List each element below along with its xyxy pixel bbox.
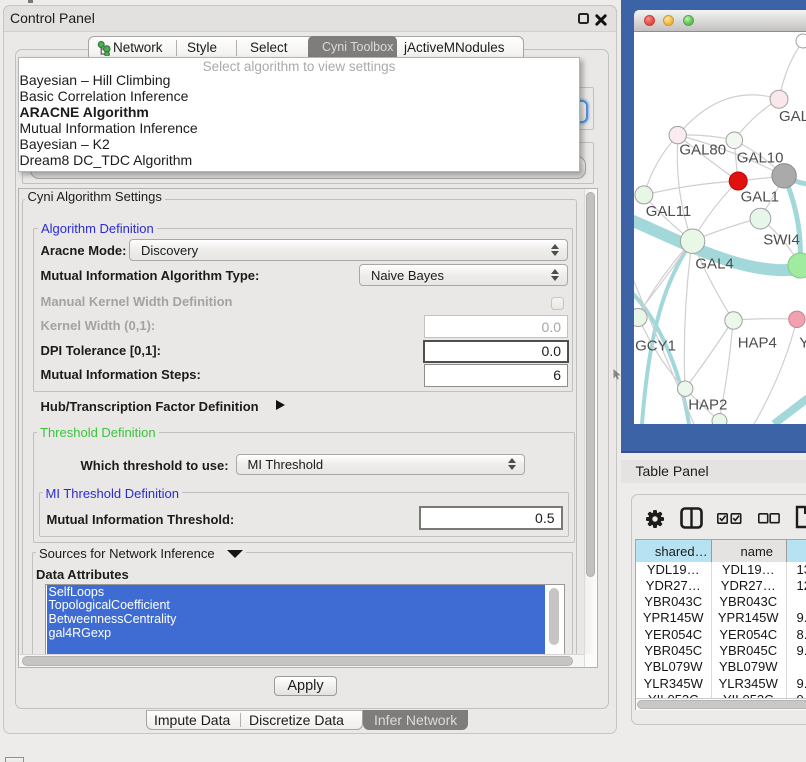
svg-text:GAL1: GAL1 (741, 188, 779, 205)
svg-text:SWI4: SWI4 (763, 231, 800, 248)
svg-text:GAL10: GAL10 (737, 149, 784, 166)
svg-text:HAP4: HAP4 (738, 334, 777, 351)
svg-text:GAL80: GAL80 (679, 141, 726, 158)
svg-text:Y: Y (799, 334, 806, 351)
svg-text:GCY1: GCY1 (635, 337, 676, 354)
svg-text:GAL11: GAL11 (646, 203, 692, 220)
svg-text:HAP2: HAP2 (688, 396, 727, 413)
svg-text:GAL2: GAL2 (779, 108, 806, 125)
svg-text:GAL4: GAL4 (695, 255, 733, 272)
